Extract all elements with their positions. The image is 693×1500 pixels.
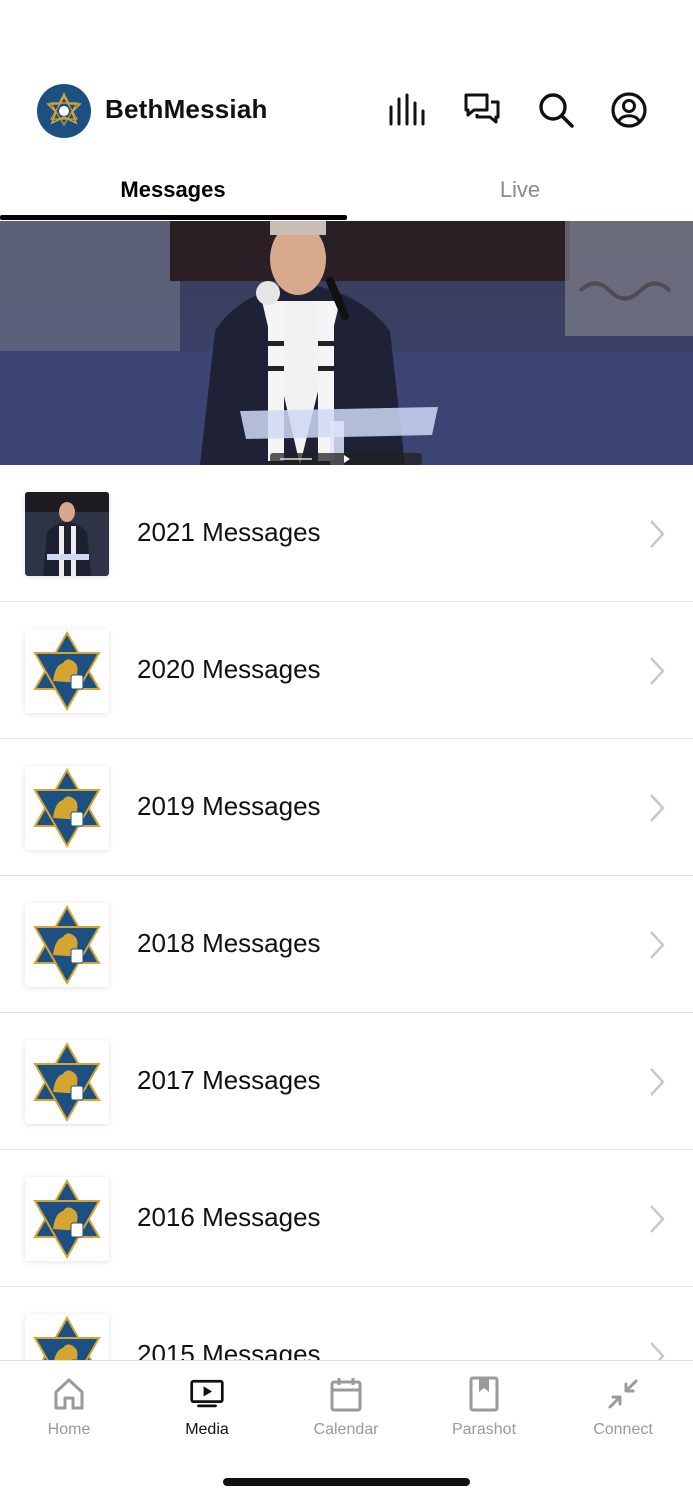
chat-icon[interactable] bbox=[462, 88, 502, 132]
audio-bars-icon[interactable] bbox=[388, 88, 428, 132]
search-icon[interactable] bbox=[536, 88, 576, 132]
list-item[interactable]: 2015 Messages bbox=[0, 1287, 693, 1360]
list-item[interactable]: 2016 Messages bbox=[0, 1150, 693, 1287]
tabbar-item-connect[interactable]: Connect bbox=[554, 1375, 692, 1445]
home-icon bbox=[52, 1375, 86, 1413]
star-lion-logo-thumbnail bbox=[25, 1314, 109, 1360]
tabbar-label: Calendar bbox=[313, 1421, 379, 1438]
tabbar-item-parashot[interactable]: Parashot bbox=[415, 1375, 553, 1445]
tab-messages[interactable]: Messages bbox=[0, 160, 346, 220]
segment-tabs: Messages Live bbox=[0, 160, 693, 220]
star-lion-logo-thumbnail bbox=[25, 766, 109, 850]
star-lion-logo-thumbnail bbox=[25, 903, 109, 987]
account-icon[interactable] bbox=[609, 88, 649, 132]
tab-live[interactable]: Live bbox=[347, 160, 693, 220]
list-item[interactable]: 2017 Messages bbox=[0, 1013, 693, 1150]
brand-logo[interactable] bbox=[37, 84, 91, 138]
tabbar-item-calendar[interactable]: Calendar bbox=[277, 1375, 415, 1445]
chevron-right-icon bbox=[650, 1342, 665, 1360]
home-indicator[interactable] bbox=[223, 1478, 470, 1486]
list-item-label: 2020 Messages bbox=[137, 654, 321, 684]
tabbar-item-home[interactable]: Home bbox=[0, 1375, 138, 1445]
chevron-right-icon bbox=[650, 520, 665, 548]
list-item-label: 2015 Messages bbox=[137, 1339, 321, 1360]
star-lion-logo-thumbnail bbox=[25, 1040, 109, 1124]
star-logo-icon bbox=[46, 92, 82, 127]
list-item[interactable]: 2018 Messages bbox=[0, 876, 693, 1013]
tabbar-label: Home bbox=[47, 1421, 91, 1438]
tabbar-label: Media bbox=[185, 1421, 229, 1438]
chevron-right-icon bbox=[650, 657, 665, 685]
calendar-icon bbox=[329, 1375, 363, 1413]
list-item-label: 2018 Messages bbox=[137, 928, 321, 958]
brand-name: BethMessiah bbox=[105, 94, 268, 124]
chevron-right-icon bbox=[650, 1068, 665, 1096]
tabbar-label: Connect bbox=[593, 1421, 653, 1438]
speaker-thumbnail bbox=[25, 492, 109, 576]
tabbar-item-media[interactable]: Media bbox=[138, 1375, 276, 1445]
compress-arrows-icon bbox=[606, 1375, 640, 1413]
tabbar-label: Parashot bbox=[451, 1421, 517, 1438]
list-item-label: 2016 Messages bbox=[137, 1202, 321, 1232]
chevron-right-icon bbox=[650, 794, 665, 822]
list-item-label: 2021 Messages bbox=[137, 517, 321, 547]
star-lion-logo-thumbnail bbox=[25, 629, 109, 713]
active-tab-indicator bbox=[0, 215, 347, 220]
list-item-label: 2017 Messages bbox=[137, 1065, 321, 1095]
tv-play-icon bbox=[190, 1375, 224, 1413]
app-header: BethMessiah bbox=[0, 0, 693, 160]
list-item[interactable]: 2020 Messages bbox=[0, 602, 693, 739]
speaker-on-stage-image bbox=[0, 221, 693, 465]
chevron-right-icon bbox=[650, 931, 665, 959]
list-item[interactable]: 2019 Messages bbox=[0, 739, 693, 876]
hero-video-image[interactable] bbox=[0, 221, 693, 465]
message-years-list: 2021 Messages 2020 Messages 2019 Message… bbox=[0, 465, 693, 1360]
bookmark-book-icon bbox=[467, 1375, 501, 1413]
list-item-label: 2019 Messages bbox=[137, 791, 321, 821]
chevron-right-icon bbox=[650, 1205, 665, 1233]
star-lion-logo-thumbnail bbox=[25, 1177, 109, 1261]
list-item[interactable]: 2021 Messages bbox=[0, 465, 693, 602]
